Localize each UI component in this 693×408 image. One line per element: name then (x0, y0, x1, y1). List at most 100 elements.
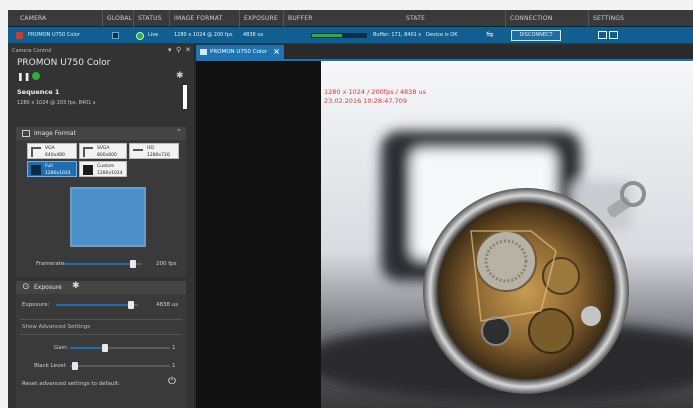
app-window: CAMERA GLOBAL STATUS IMAGE FORMAT EXPOSU… (8, 10, 693, 408)
exposure-title: Exposure (34, 284, 62, 291)
close-icon[interactable]: × (273, 45, 280, 59)
panel-camera-name: PROMON U750 Color (17, 58, 111, 68)
gain-value: 1 (172, 345, 176, 351)
format-name: SVGA (97, 146, 110, 151)
format-custom[interactable]: Custom 1280x1024 (79, 161, 127, 177)
format-icon (31, 165, 41, 175)
status-state: Device is OK (426, 32, 458, 38)
format-full[interactable]: Full 1280x1024 (27, 161, 77, 177)
panel-scrollbar[interactable] (183, 85, 187, 109)
buffer-fill (312, 34, 342, 37)
pause-icon[interactable]: ❚❚ (17, 72, 30, 81)
status-image-format: 1280 x 1024 @ 200 fps (174, 32, 233, 38)
record-live-icon[interactable] (32, 72, 40, 80)
framerate-value: 200 fps (156, 261, 177, 267)
power-icon[interactable]: ⏻ (168, 376, 176, 387)
format-size: 1280x1024 (97, 171, 123, 176)
framerate-slider[interactable] (64, 260, 142, 268)
exposure-label: Exposure: (22, 302, 50, 308)
format-icon (31, 147, 41, 157)
format-size: 1280x720 (147, 153, 170, 158)
format-preview[interactable] (70, 187, 146, 247)
sequence-title: Sequence 1 (17, 88, 60, 96)
format-name: Custom (97, 164, 115, 169)
reset-advanced-label: Reset advanced settings to default: (22, 381, 120, 387)
col-exposure: EXPOSURE (244, 15, 279, 22)
overlay-timestamp: 23.02.2016 10:28:47.709 (324, 97, 407, 105)
gain-label: Gain: (54, 345, 69, 351)
camera-icon (16, 32, 23, 39)
col-global: GLOBAL (107, 15, 133, 22)
camera-status-row[interactable]: PROMON U750 Color Live 1280 x 1024 @ 200… (8, 27, 693, 44)
exposure-header[interactable]: ⊙ Exposure ✱ (16, 281, 186, 294)
col-buffer: BUFFER (288, 15, 313, 22)
chevron-up-icon[interactable]: ⌃ (176, 128, 182, 136)
advanced-settings-toggle[interactable]: Show Advanced Settings (22, 324, 90, 330)
panel-title: Camera Control (12, 48, 52, 54)
window-icon[interactable] (598, 31, 607, 39)
image-format-header[interactable]: Image Format ⌃ (16, 127, 186, 140)
exposure-value: 4838 us (156, 302, 179, 308)
sequence-subtitle: 1280 x 1024 @ 203 fps, 8401 s (17, 100, 96, 106)
viewer-tab-bar: PROMON U750 Color × (196, 45, 693, 59)
tab-camera-view[interactable]: PROMON U750 Color × (196, 45, 284, 59)
exposure-slider[interactable] (56, 301, 138, 309)
col-camera: CAMERA (20, 15, 47, 22)
format-size: 1280x1024 (45, 171, 71, 176)
status-camera-name: PROMON U750 Color (28, 32, 80, 38)
clock-icon: ⊙ (22, 282, 30, 292)
camera-view-icon (200, 49, 207, 55)
format-hd[interactable]: HD 1280x720 (129, 143, 179, 159)
black-level-value: 1 (172, 363, 176, 369)
divider (20, 334, 182, 335)
col-image-format: IMAGE FORMAT (174, 15, 223, 22)
status-exposure: 4838 us (243, 32, 264, 38)
camera-control-panel: Camera Control ▾ ⚲ ✕ PROMON U750 Color ❚… (8, 45, 195, 408)
panel-dropdown-icon[interactable]: ▾ (168, 46, 172, 54)
format-name: HD (147, 146, 154, 151)
image-icon (22, 130, 30, 137)
pin-icon[interactable]: ⚲ (176, 46, 181, 54)
framerate-slider-handle[interactable] (129, 260, 136, 268)
gain-track-fill (70, 347, 105, 349)
format-icon (83, 165, 93, 175)
divider (20, 319, 182, 320)
image-format-group: Image Format ⌃ VGA 640x480 SVGA 800x600 … (16, 127, 186, 277)
format-name: Full (45, 164, 53, 169)
black-level-slider[interactable] (70, 362, 170, 370)
black-level-slider-handle[interactable] (72, 362, 78, 370)
col-status: STATUS (138, 15, 162, 22)
status-live: Live (148, 32, 159, 38)
col-state: STATE (406, 15, 426, 22)
format-vga[interactable]: VGA 640x480 (27, 143, 77, 159)
format-name: VGA (45, 146, 55, 151)
window-icon-2[interactable] (609, 31, 618, 39)
col-connection: CONNECTION (510, 15, 553, 22)
global-checkbox[interactable] (112, 32, 119, 39)
format-size: 800x600 (97, 153, 117, 158)
gear-icon[interactable]: ✱ (176, 71, 184, 81)
tab-label: PROMON U750 Color (210, 49, 268, 55)
camera-image (321, 61, 693, 408)
exposure-group: ⊙ Exposure ✱ Exposure: 4838 us Show Adva… (16, 281, 186, 408)
usb-icon: ⇋ (486, 30, 494, 40)
gain-slider[interactable] (70, 344, 170, 352)
col-settings: SETTINGS (593, 15, 625, 22)
image-format-title: Image Format (34, 130, 76, 137)
format-svga[interactable]: SVGA 800x600 (79, 143, 127, 159)
format-icon (83, 147, 93, 157)
format-icon (133, 149, 143, 155)
status-buffer: Buffer: 171, 8401 s (373, 32, 422, 38)
gear-icon[interactable]: ✱ (72, 281, 80, 291)
buffer-progress (311, 33, 367, 38)
close-icon[interactable]: ✕ (185, 46, 191, 54)
black-level-label: Black Level: (34, 363, 67, 369)
gain-slider-handle[interactable] (102, 344, 108, 352)
exposure-slider-handle[interactable] (128, 301, 135, 309)
format-size: 640x480 (45, 153, 65, 158)
live-indicator-icon (136, 32, 144, 40)
camera-viewer[interactable]: 1280 x 1024 / 200fps / 4838 us 23.02.201… (196, 61, 693, 408)
disconnect-button[interactable]: DISCONNECT (511, 30, 561, 41)
overlay-info: 1280 x 1024 / 200fps / 4838 us (324, 88, 427, 96)
framerate-label: Framerate: (36, 261, 67, 267)
